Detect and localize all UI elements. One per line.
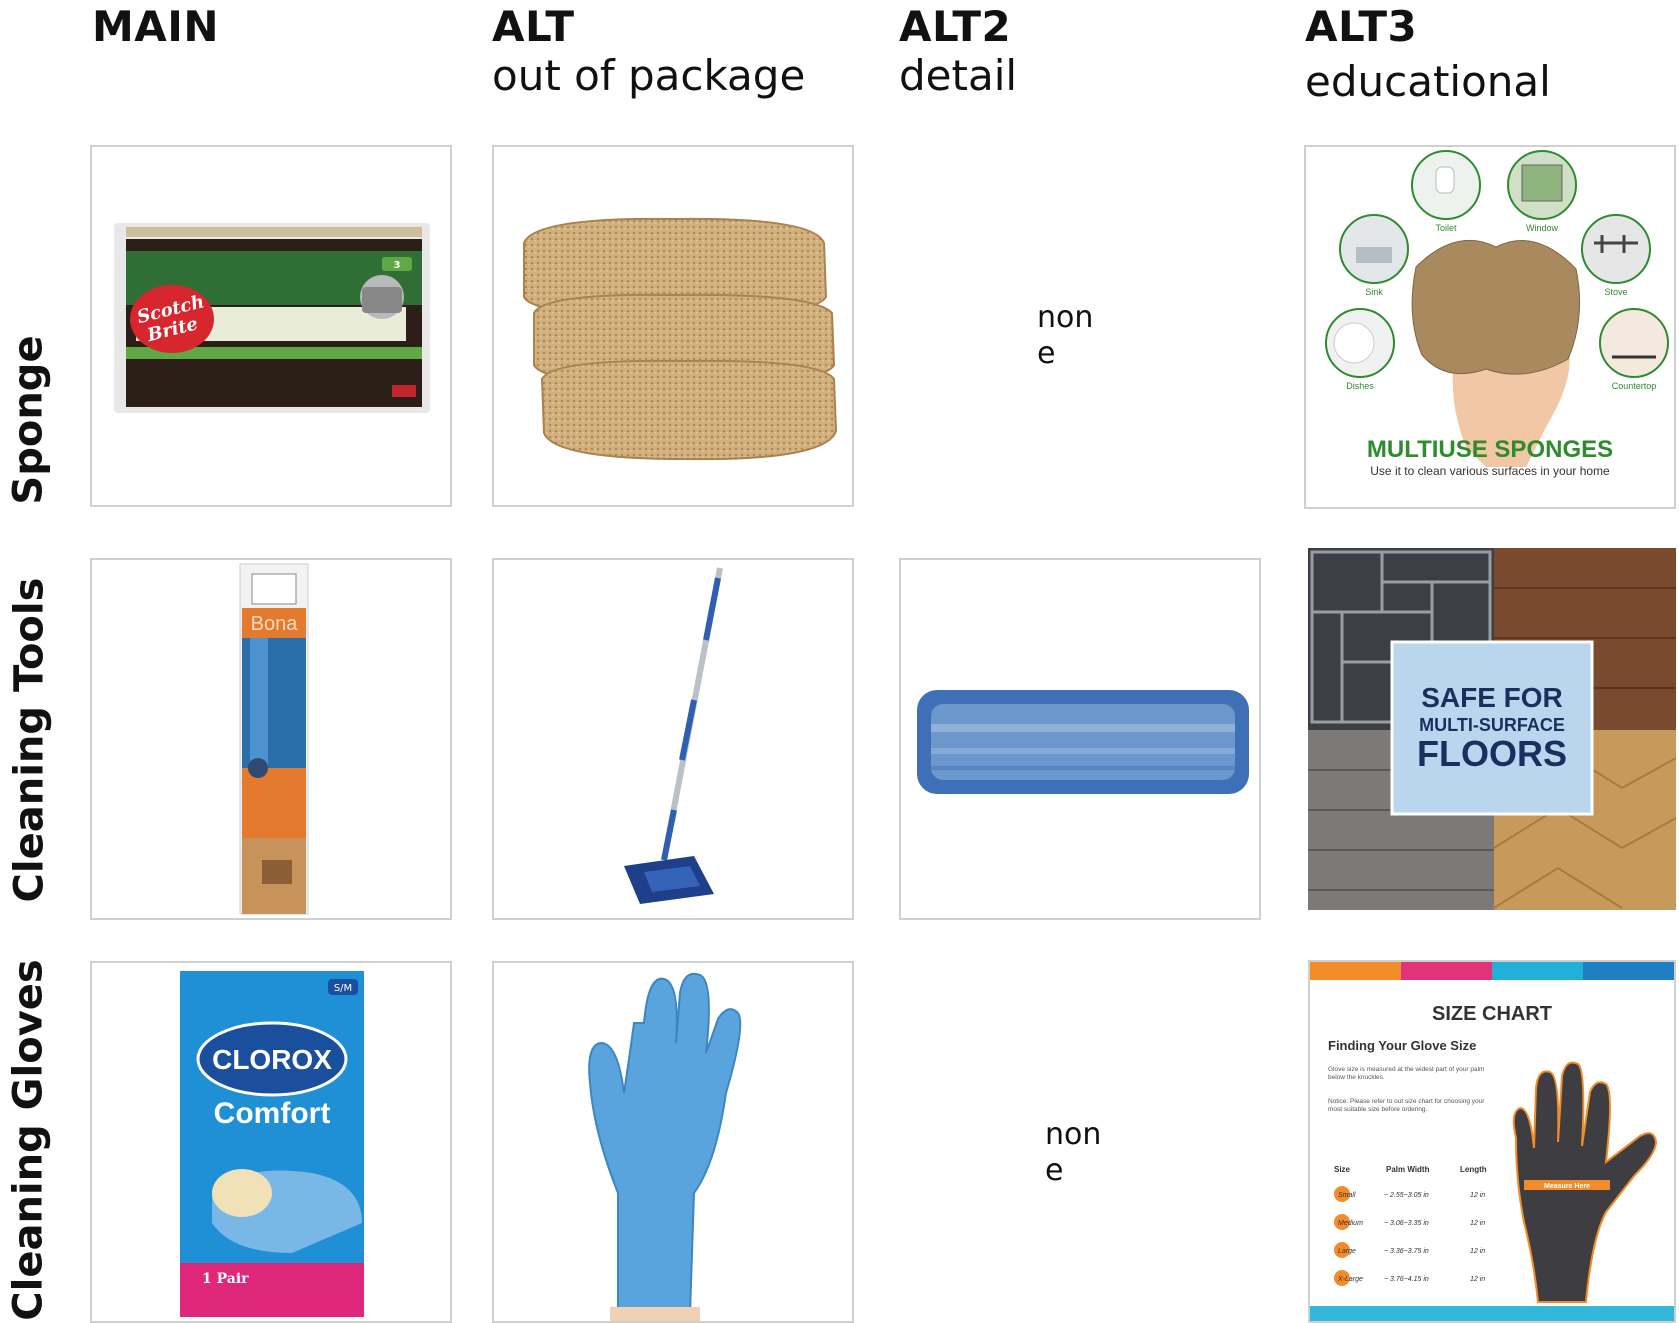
table-cell: ~ 3.76~4.15 in <box>1384 1276 1429 1283</box>
column-header-alt2: ALT2 detail <box>899 4 1017 102</box>
none-placeholder: none <box>1045 1117 1102 1188</box>
chart-paragraph-1: Glove size is measured at the widest par… <box>1328 1066 1485 1081</box>
table-cell: Medium <box>1338 1220 1363 1227</box>
sponge-educational-image[interactable]: Toilet Window Sink Stove Dishes Countert… <box>1304 145 1676 509</box>
package-product: Comfort <box>214 1097 331 1130</box>
table-cell: ~ 2.55~3.05 in <box>1384 1192 1429 1199</box>
infographic-headline: MULTIUSE SPONGES <box>1367 436 1613 463</box>
chart-subtitle: Finding Your Glove Size <box>1328 1038 1476 1053</box>
row-label: Sponge <box>6 335 53 505</box>
table-header: Palm Width <box>1386 1165 1430 1174</box>
tools-alt-image[interactable] <box>492 558 854 920</box>
sponge-main-image[interactable]: Scotch Brite 3 <box>90 145 452 507</box>
glove-illustration <box>588 972 742 1321</box>
column-subtitle: detail <box>899 51 1018 100</box>
table-cell: 12 in <box>1470 1248 1485 1255</box>
surface-label: Dishes <box>1346 381 1374 391</box>
gloves-educational-image[interactable]: SIZE CHART Finding Your Glove Size Glove… <box>1308 960 1676 1323</box>
box-brand: Bona <box>251 613 299 635</box>
column-title: ALT3 <box>1305 2 1418 51</box>
column-title: ALT <box>492 2 575 51</box>
row-header-sponge: Sponge <box>4 330 54 510</box>
surface-label: Sink <box>1365 287 1383 297</box>
column-title: ALT2 <box>899 2 1012 51</box>
floor-line-3: FLOORS <box>1417 733 1567 774</box>
table-cell: 12 in <box>1470 1220 1485 1227</box>
table-cell: 12 in <box>1470 1192 1485 1199</box>
chart-title: SIZE CHART <box>1432 1003 1552 1025</box>
size-chart-infographic: SIZE CHART Finding Your Glove Size Glove… <box>1310 962 1674 1321</box>
table-header: Size <box>1334 1165 1351 1174</box>
package-count: 1 Pair <box>202 1271 249 1287</box>
package-brand: CLOROX <box>212 1044 332 1075</box>
sponge-stack-illustration <box>523 217 838 461</box>
table-header: Length <box>1460 1165 1487 1174</box>
surface-label: Window <box>1526 223 1559 233</box>
measure-label: Measure Here <box>1544 1183 1590 1190</box>
surface-label: Stove <box>1604 287 1627 297</box>
gloves-alt-image[interactable] <box>492 961 854 1323</box>
count-badge: 3 <box>394 260 401 271</box>
table-cell: ~ 3.06~3.35 in <box>1384 1220 1429 1227</box>
sponge-package-illustration: Scotch Brite 3 <box>114 223 430 413</box>
table-cell: Large <box>1338 1248 1356 1255</box>
sponge-alt-image[interactable] <box>492 145 854 507</box>
glove-package-illustration: S/M CLOROX Comfort 1 Pair <box>180 971 364 1317</box>
multiuse-sponges-infographic: Toilet Window Sink Stove Dishes Countert… <box>1306 147 1674 507</box>
floor-surfaces-illustration: SAFE FOR MULTI-SURFACE FLOORS <box>1308 548 1676 910</box>
row-header-cleaning-gloves: Cleaning Gloves <box>4 959 54 1321</box>
none-placeholder: none <box>1037 300 1094 371</box>
gloves-main-image[interactable]: S/M CLOROX Comfort 1 Pair <box>90 961 452 1323</box>
mop-illustration <box>624 567 723 904</box>
mop-box-illustration: Bona <box>239 563 309 915</box>
column-subtitle: out of package <box>492 51 806 100</box>
table-cell: 12 in <box>1470 1276 1485 1283</box>
table-cell: ~ 3.36~3.75 in <box>1384 1248 1429 1255</box>
row-label: Cleaning Gloves <box>6 959 53 1321</box>
row-header-cleaning-tools: Cleaning Tools <box>4 570 54 910</box>
column-subtitle: educational <box>1305 57 1551 106</box>
floor-line-1: SAFE FOR <box>1421 682 1563 713</box>
chart-paragraph-2: Notice: Please refer to out size chart f… <box>1328 1098 1485 1113</box>
surface-label: Toilet <box>1435 223 1457 233</box>
table-cell: Small <box>1338 1192 1356 1199</box>
column-title: MAIN <box>92 2 220 51</box>
column-header-alt3: ALT3 educational <box>1305 4 1551 108</box>
tools-detail-image[interactable] <box>899 558 1261 920</box>
column-header-alt: ALT out of package <box>492 4 805 102</box>
row-label: Cleaning Tools <box>6 577 52 903</box>
column-header-main: MAIN <box>92 4 219 50</box>
floor-line-2: MULTI-SURFACE <box>1419 715 1565 735</box>
surface-label: Countertop <box>1612 381 1657 391</box>
infographic-caption: Use it to clean various surfaces in your… <box>1370 464 1610 478</box>
size-badge: S/M <box>334 983 352 994</box>
tools-educational-image[interactable]: SAFE FOR MULTI-SURFACE FLOORS <box>1308 548 1676 910</box>
table-cell: X-Large <box>1337 1276 1363 1283</box>
tools-main-image[interactable]: Bona <box>90 558 452 920</box>
mop-pad-illustration <box>917 690 1249 794</box>
